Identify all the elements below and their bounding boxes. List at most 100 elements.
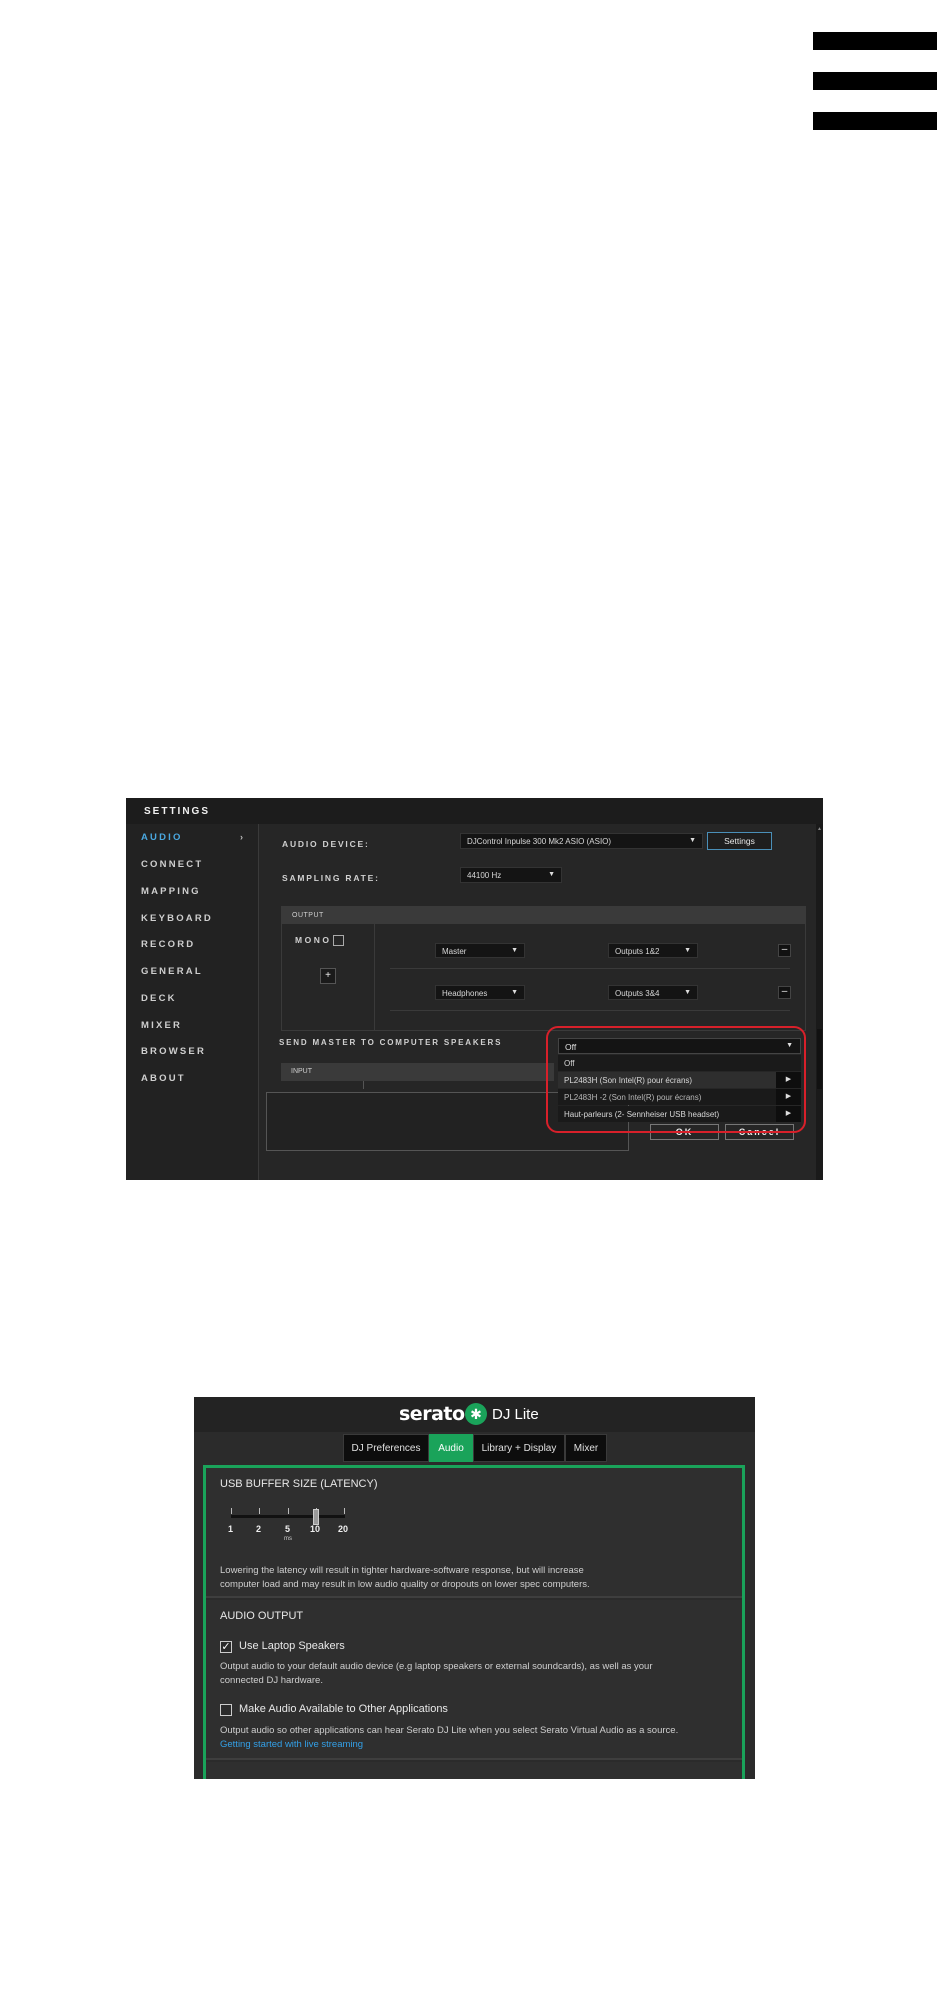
next-panel (206, 1762, 742, 1779)
dropdown-option-label: Haut-parleurs (2- Sennheiser USB headset… (564, 1110, 720, 1119)
settings-titlebar: SETTINGS (126, 798, 823, 824)
sampling-rate-value: 44100 Hz (467, 871, 502, 880)
tab-library-display[interactable]: Library + Display (473, 1434, 565, 1462)
output-outputs-value: Outputs 1&2 (615, 947, 660, 956)
serato-header: serato ✱ DJ Lite (194, 1397, 755, 1432)
output-channel-select[interactable]: Master ▼ (435, 943, 525, 958)
make-audio-available-label[interactable]: Make Audio Available to Other Applicatio… (239, 1703, 448, 1715)
audio-device-value: DJControl Inpulse 300 Mk2 ASIO (ASIO) (467, 837, 612, 846)
slider-thumb[interactable] (313, 1509, 319, 1525)
output-channel-select[interactable]: Headphones ▼ (435, 985, 525, 1000)
chevron-down-icon: ▼ (684, 947, 691, 954)
sidebar-item-keyboard[interactable]: KEYBOARD (141, 913, 213, 924)
submenu-arrow-icon[interactable]: ▶ (776, 1106, 801, 1122)
divider (363, 1081, 364, 1089)
tab-mixer[interactable]: Mixer (565, 1434, 607, 1462)
sidebar-item-browser[interactable]: BROWSER (141, 1046, 206, 1057)
use-laptop-speakers-label[interactable]: Use Laptop Speakers (239, 1640, 345, 1652)
dropdown-option[interactable]: PL2483H -2 (Son Intel(R) pour écrans) ▶ (558, 1089, 801, 1105)
output-outputs-select[interactable]: Outputs 3&4 ▼ (608, 985, 698, 1000)
laptop-speakers-description: Output audio to your default audio devic… (220, 1661, 653, 1672)
latency-slider[interactable]: 1 2 5 10 20 ms (216, 1508, 348, 1548)
output-channel-value: Master (442, 947, 467, 956)
output-panel: OUTPUT MONO + Master ▼ Outputs 1&2 ▼ – H… (281, 906, 806, 1031)
sidebar-item-connect[interactable]: CONNECT (141, 859, 203, 870)
dropdown-option[interactable]: PL2483H (Son Intel(R) pour écrans) ▶ (558, 1072, 801, 1088)
output-channel-value: Headphones (442, 989, 488, 998)
audio-device-select[interactable]: DJControl Inpulse 300 Mk2 ASIO (ASIO) ▼ (460, 833, 703, 849)
slider-tick-label: 20 (338, 1524, 349, 1534)
sampling-rate-label: SAMPLING RATE: (282, 873, 380, 883)
dropdown-option-label: PL2483H (Son Intel(R) pour écrans) (564, 1076, 693, 1085)
settings-window: SETTINGS AUDIO › CONNECT MAPPING KEYBOAR… (126, 798, 823, 1180)
sidebar-item-deck[interactable]: DECK (141, 993, 177, 1004)
serato-logo-icon: ✱ (465, 1403, 487, 1425)
use-laptop-speakers-checkbox[interactable]: ✓ (220, 1641, 232, 1653)
sampling-rate-select[interactable]: 44100 Hz ▼ (460, 867, 562, 883)
submenu-arrow-icon[interactable]: ▶ (776, 1089, 801, 1105)
slider-tick-label: 2 (256, 1524, 262, 1534)
sidebar-item-mixer[interactable]: MIXER (141, 1020, 182, 1031)
remove-output-button[interactable]: – (778, 986, 791, 999)
chevron-down-icon: ▼ (511, 989, 518, 996)
settings-title: SETTINGS (144, 806, 211, 817)
sidebar-item-label: AUDIO (141, 832, 183, 843)
divider (390, 968, 790, 969)
section-title: USB BUFFER SIZE (LATENCY) (220, 1478, 378, 1490)
dropdown-option[interactable]: Off (558, 1055, 801, 1071)
laptop-speakers-description: connected DJ hardware. (220, 1675, 323, 1686)
input-panel: INPUT (281, 1063, 554, 1081)
serato-preferences-window: serato ✱ DJ Lite DJ Preferences Audio Li… (194, 1397, 755, 1779)
audio-output-panel: AUDIO OUTPUT ✓ Use Laptop Speakers Outpu… (206, 1600, 742, 1760)
slider-tick (231, 1508, 232, 1514)
usb-buffer-panel: USB BUFFER SIZE (LATENCY) 1 2 5 10 20 ms… (206, 1468, 742, 1598)
live-streaming-link[interactable]: Getting started with live streaming (220, 1738, 363, 1752)
sidebar-item-audio[interactable]: AUDIO › (141, 832, 243, 843)
slider-unit: ms (284, 1536, 292, 1542)
chevron-down-icon: ▼ (511, 947, 518, 954)
other-apps-description: Output audio so other applications can h… (220, 1725, 679, 1736)
chevron-down-icon: ▼ (689, 837, 696, 844)
mono-checkbox[interactable] (333, 935, 344, 946)
sidebar-item-mapping[interactable]: MAPPING (141, 886, 201, 897)
divider (374, 924, 375, 1031)
chevron-down-icon: ▼ (684, 989, 691, 996)
dropdown-option[interactable]: Haut-parleurs (2- Sennheiser USB headset… (558, 1106, 801, 1122)
sidebar-item-about[interactable]: ABOUT (141, 1073, 186, 1084)
send-master-dropdown[interactable]: Off ▼ Off PL2483H (Son Intel(R) pour écr… (558, 1038, 801, 1140)
chevron-down-icon: ▼ (786, 1042, 793, 1049)
sidebar-item-general[interactable]: GENERAL (141, 966, 203, 977)
device-settings-button[interactable]: Settings (707, 832, 772, 850)
tab-audio[interactable]: Audio (429, 1434, 473, 1462)
sidebar-item-record[interactable]: RECORD (141, 939, 195, 950)
scrollbar[interactable]: ▲ (816, 824, 823, 1180)
make-audio-available-checkbox[interactable] (220, 1704, 232, 1716)
chevron-down-icon: ▼ (548, 871, 555, 878)
serato-brand: serato (399, 1403, 465, 1425)
slider-tick-label: 1 (228, 1524, 234, 1534)
hamburger-bar (813, 72, 937, 90)
output-outputs-select[interactable]: Outputs 1&2 ▼ (608, 943, 698, 958)
hamburger-bar (813, 112, 937, 130)
settings-sidebar: AUDIO › CONNECT MAPPING KEYBOARD RECORD … (126, 824, 259, 1180)
send-master-select[interactable]: Off ▼ (558, 1038, 801, 1054)
remove-output-button[interactable]: – (778, 944, 791, 957)
scrollbar-thumb[interactable] (817, 1029, 822, 1089)
slider-tick-label: 10 (310, 1524, 321, 1534)
mono-label: MONO (295, 935, 332, 945)
hamburger-bar (813, 32, 937, 50)
hamburger-menu-icon[interactable] (813, 32, 937, 133)
output-outputs-value: Outputs 3&4 (615, 989, 660, 998)
scroll-up-icon[interactable]: ▲ (817, 826, 822, 832)
slider-tick (288, 1508, 289, 1514)
submenu-arrow-icon[interactable]: ▶ (776, 1072, 801, 1088)
output-header: OUTPUT (282, 907, 805, 924)
tab-dj-preferences[interactable]: DJ Preferences (343, 1434, 429, 1462)
chevron-right-icon: › (240, 832, 246, 842)
slider-tick (259, 1508, 260, 1514)
input-header: INPUT (291, 1068, 312, 1075)
product-name: DJ Lite (492, 1406, 539, 1423)
add-output-button[interactable]: + (320, 968, 336, 984)
dropdown-option-label: PL2483H -2 (Son Intel(R) pour écrans) (564, 1093, 702, 1102)
send-master-selected-value: Off (565, 1042, 577, 1052)
